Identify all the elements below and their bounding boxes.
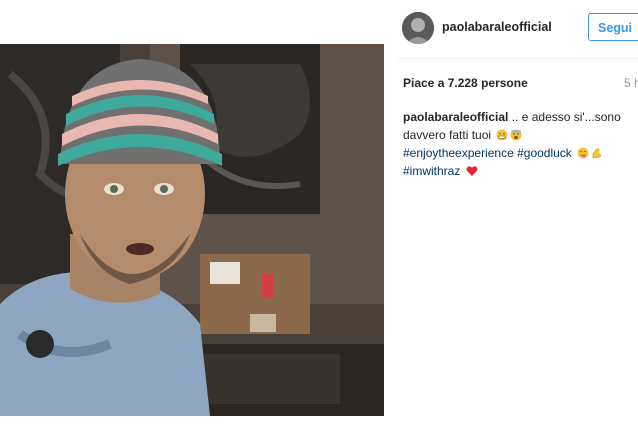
- avatar[interactable]: [402, 12, 434, 44]
- post-photo[interactable]: [0, 44, 384, 416]
- likes-count[interactable]: Piace a 7.228 persone: [403, 76, 528, 90]
- grimace-emoji-icon: [496, 128, 508, 141]
- tongue-wink-emoji-icon: [577, 146, 589, 159]
- hashtag-link[interactable]: #enjoytheexperience: [403, 146, 514, 160]
- post-sidebar: paolabaraleofficial Segui Piace a 7.228 …: [384, 0, 638, 425]
- caption-username[interactable]: paolabaraleofficial: [403, 110, 508, 124]
- post-caption: paolabaraleofficial .. e adesso si'...so…: [403, 108, 631, 180]
- post-time[interactable]: 5 h: [624, 76, 638, 90]
- heart-emoji-icon: [466, 164, 478, 176]
- fearful-emoji-icon: [510, 128, 522, 141]
- follow-button[interactable]: Segui: [588, 13, 638, 41]
- post-username[interactable]: paolabaraleofficial: [442, 20, 552, 34]
- hashtag-link[interactable]: #imwithraz: [403, 164, 460, 178]
- flexed-biceps-emoji-icon: [591, 146, 603, 159]
- divider: [398, 58, 638, 59]
- post-header: paolabaraleofficial Segui: [384, 0, 638, 58]
- hashtag-link[interactable]: #goodluck: [517, 146, 572, 160]
